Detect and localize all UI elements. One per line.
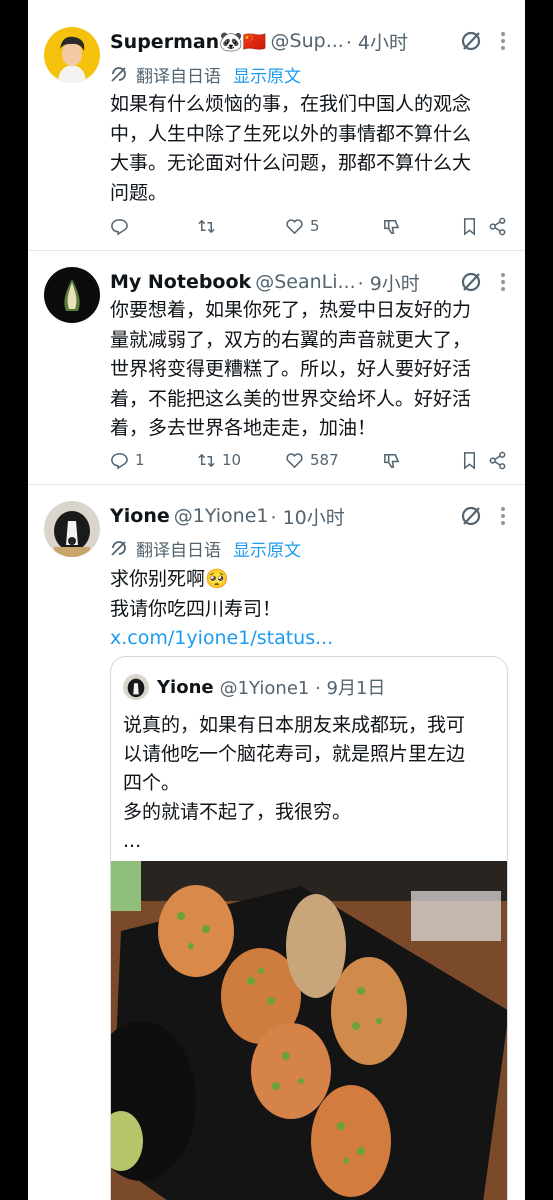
tweet[interactable]: My Notebook @SeanLi... · 9小时 你要想着，如果你死了，… <box>28 251 525 483</box>
author-handle[interactable]: @SeanLi... <box>255 271 355 293</box>
tweet[interactable]: Superman🐼🇨🇳 @Sup... · 4小时 翻译自日语 显示原文 如果有… <box>28 0 525 250</box>
post-time[interactable]: · 4小时 <box>346 28 408 55</box>
share-button[interactable] <box>488 451 507 470</box>
avatar[interactable] <box>44 27 100 83</box>
translate-icon <box>111 67 126 82</box>
translated-from-label: 翻译自日语 <box>136 540 221 561</box>
avatar[interactable] <box>123 674 149 700</box>
show-original-link[interactable]: 显示原文 <box>233 536 301 561</box>
grok-icon[interactable] <box>459 504 483 528</box>
retweet-icon <box>198 219 215 233</box>
grok-icon[interactable] <box>459 29 483 53</box>
bookmark-icon <box>463 451 476 470</box>
retweet-icon <box>198 453 215 467</box>
quoted-author-handle[interactable]: @1Yione1 · 9月1日 <box>220 674 386 700</box>
dislike-icon <box>384 219 400 234</box>
reply-button[interactable]: 1 <box>110 451 197 470</box>
timeline: Superman🐼🇨🇳 @Sup... · 4小时 翻译自日语 显示原文 如果有… <box>28 0 525 1200</box>
post-time[interactable]: · 10小时 <box>271 503 345 530</box>
author-name[interactable]: Yione <box>110 505 170 527</box>
translated-from-label: 翻译自日语 <box>136 66 221 87</box>
sushi-photo[interactable] <box>111 861 507 1200</box>
dislike-button[interactable] <box>382 217 460 236</box>
quoted-tweet[interactable]: Yione @1Yione1 · 9月1日 说真的，如果有日本朋友来成都玩，我可… <box>110 656 508 1200</box>
dislike-icon <box>384 453 400 468</box>
tweet-text: 如果有什么烦恼的事，在我们中国人的观念 中，人生中除了生死以外的事情都不算什么 … <box>110 93 472 204</box>
reply-icon <box>111 218 128 236</box>
tweet-text: 你要想着，如果你死了，热爱中日友好的力 量就减弱了，双方的右翼的声音就更大了， … <box>110 299 472 439</box>
like-icon <box>286 452 303 468</box>
like-button[interactable]: 587 <box>285 451 382 470</box>
dislike-button[interactable] <box>382 451 460 470</box>
share-button[interactable] <box>488 217 507 236</box>
share-icon <box>489 217 506 235</box>
right-black-bar <box>525 0 553 1200</box>
bookmark-button[interactable] <box>460 451 488 470</box>
more-icon[interactable] <box>501 507 505 525</box>
grok-icon[interactable] <box>459 270 483 294</box>
post-time[interactable]: · 9小时 <box>358 269 420 296</box>
like-icon <box>286 218 303 234</box>
author-name[interactable]: My Notebook <box>110 271 251 293</box>
tweet-text: 求你别死啊🥺 我请你吃四川寿司！ x.com/1yione1/status... <box>110 565 510 654</box>
retweet-button[interactable] <box>197 217 285 236</box>
avatar[interactable] <box>44 501 100 557</box>
share-icon <box>489 451 506 469</box>
translate-icon <box>111 541 126 556</box>
like-button[interactable]: 5 <box>285 217 382 236</box>
bookmark-button[interactable] <box>460 217 488 236</box>
author-handle[interactable]: @Sup... <box>271 30 344 52</box>
more-icon[interactable] <box>501 273 505 291</box>
retweet-button[interactable]: 10 <box>197 451 285 470</box>
reply-button[interactable] <box>110 217 197 236</box>
status-link[interactable]: x.com/1yione1/status... <box>110 624 510 654</box>
reply-icon <box>111 452 128 470</box>
left-black-bar <box>0 0 28 1200</box>
show-original-link[interactable]: 显示原文 <box>233 62 301 87</box>
more-icon[interactable] <box>501 32 505 50</box>
quoted-author-name[interactable]: Yione <box>157 677 214 698</box>
bookmark-icon <box>463 217 476 236</box>
author-handle[interactable]: @1Yione1 <box>174 505 269 527</box>
avatar[interactable] <box>44 267 100 323</box>
quoted-tweet-text: 说真的，如果有日本朋友来成都玩，我可 以请他吃一个脑花寿司，就是照片里左边 四个… <box>123 714 466 852</box>
author-name[interactable]: Superman🐼🇨🇳 <box>110 30 267 53</box>
